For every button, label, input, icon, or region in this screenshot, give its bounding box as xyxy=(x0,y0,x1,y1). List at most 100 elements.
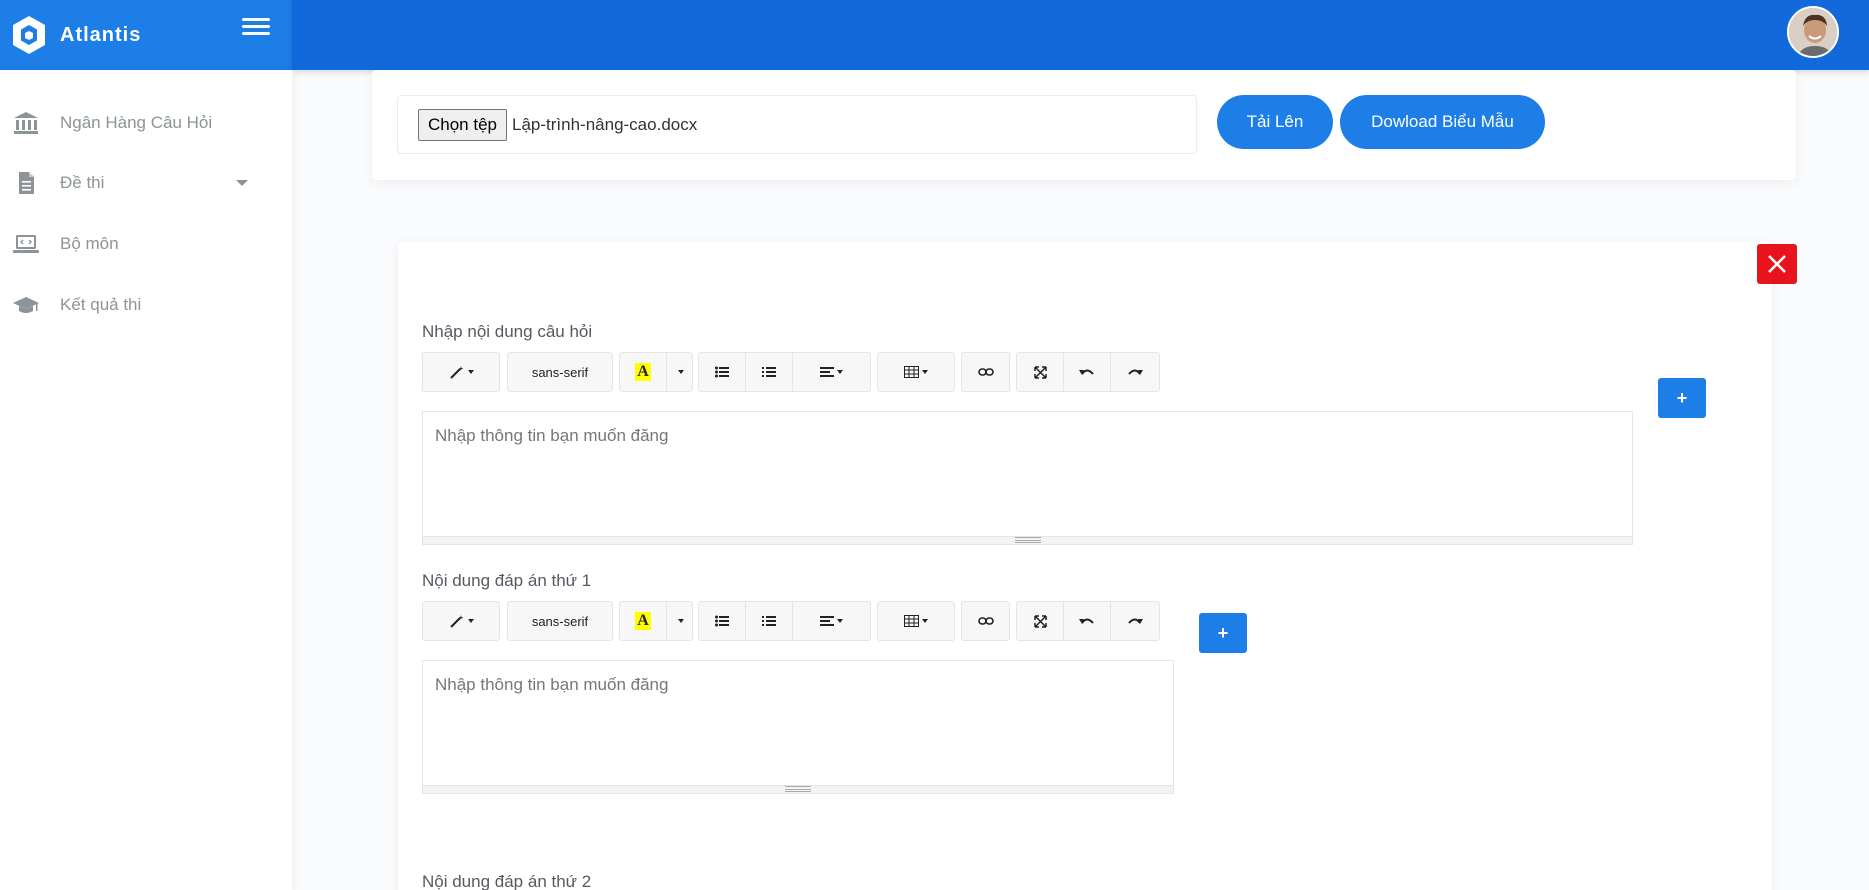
sidebar-item-exams[interactable]: Đề thi xyxy=(0,158,292,208)
editor-toolbar: sans-serif A xyxy=(422,352,1162,392)
color-letter-icon: A xyxy=(635,363,651,381)
toolbar-group-insert xyxy=(961,601,1010,641)
toolbar-group-paragraph xyxy=(698,352,871,392)
unordered-list-button[interactable] xyxy=(699,353,746,391)
align-left-icon xyxy=(820,367,834,377)
unordered-list-button[interactable] xyxy=(699,602,746,640)
toolbar-group-table xyxy=(877,352,955,392)
menu-toggle-button[interactable] xyxy=(242,14,270,42)
answer2-label: Nội dung đáp án thứ 2 xyxy=(422,872,592,890)
editor-toolbar: sans-serif A xyxy=(422,601,1162,641)
editor-placeholder: Nhập thông tin bạn muốn đăng xyxy=(435,426,669,445)
link-button[interactable] xyxy=(962,353,1009,391)
ordered-list-icon xyxy=(762,367,776,377)
font-name-button[interactable]: sans-serif xyxy=(508,353,612,391)
hamburger-line xyxy=(242,18,270,21)
link-icon xyxy=(977,368,994,376)
atlantis-logo-icon xyxy=(13,16,45,54)
fullscreen-button[interactable] xyxy=(1017,602,1064,640)
table-icon xyxy=(904,366,919,378)
sidebar-item-subjects[interactable]: Bộ môn xyxy=(0,219,292,269)
brand-name: Atlantis xyxy=(60,23,142,46)
sidebar-item-question-bank[interactable]: Ngân Hàng Câu Hỏi xyxy=(0,98,292,148)
caret-down-icon xyxy=(922,370,928,374)
laptop-code-icon xyxy=(13,235,39,253)
table-button[interactable] xyxy=(878,602,954,640)
toolbar-group-view xyxy=(1016,352,1160,392)
style-button[interactable] xyxy=(423,602,499,640)
add-answer-button[interactable]: + xyxy=(1199,613,1247,653)
answer1-label: Nội dung đáp án thứ 1 xyxy=(422,571,592,590)
text-color-button[interactable]: A xyxy=(620,602,667,640)
close-icon xyxy=(1768,255,1786,273)
toolbar-group-style xyxy=(422,352,500,392)
sidebar-item-label: Bộ môn xyxy=(60,234,119,253)
table-icon xyxy=(904,615,919,627)
align-button[interactable] xyxy=(793,602,870,640)
download-template-button[interactable]: Dowload Biểu Mẫu xyxy=(1340,95,1545,149)
editor-placeholder: Nhập thông tin bạn muốn đăng xyxy=(435,675,669,694)
toolbar-group-font: sans-serif xyxy=(507,601,613,641)
ordered-list-button[interactable] xyxy=(746,602,793,640)
upload-button[interactable]: Tải Lên xyxy=(1217,95,1333,149)
toolbar-group-insert xyxy=(961,352,1010,392)
grip-icon xyxy=(1015,537,1041,543)
color-letter-icon: A xyxy=(635,612,651,630)
redo-button[interactable] xyxy=(1111,602,1158,640)
link-icon xyxy=(977,617,994,625)
user-avatar[interactable] xyxy=(1787,6,1839,58)
sidebar-item-label: Kết quả thi xyxy=(60,295,142,314)
text-color-button[interactable]: A xyxy=(620,353,667,391)
align-button[interactable] xyxy=(793,353,870,391)
style-button[interactable] xyxy=(423,353,499,391)
editor-resize-handle[interactable] xyxy=(423,785,1173,793)
add-question-button[interactable]: + xyxy=(1658,378,1706,418)
caret-down-icon xyxy=(467,619,474,623)
caret-down-icon xyxy=(837,370,843,374)
sidebar: Ngân Hàng Câu Hỏi Đề thi Bộ môn Kết quả … xyxy=(0,70,292,890)
question-content-label: Nhập nội dung câu hỏi xyxy=(422,322,593,341)
undo-button[interactable] xyxy=(1064,353,1111,391)
selected-file-name: Lập-trình-nâng-cao.docx xyxy=(512,114,698,134)
close-question-button[interactable] xyxy=(1757,244,1797,284)
toolbar-group-paragraph xyxy=(698,601,871,641)
ordered-list-button[interactable] xyxy=(746,353,793,391)
link-button[interactable] xyxy=(962,602,1009,640)
toolbar-group-color: A xyxy=(619,601,693,641)
caret-down-icon xyxy=(922,619,928,623)
graduation-cap-icon xyxy=(13,297,39,313)
align-left-icon xyxy=(820,616,834,626)
choose-file-button[interactable]: Chọn tệp xyxy=(418,108,507,141)
fullscreen-icon xyxy=(1033,614,1047,628)
caret-down-icon xyxy=(837,619,843,623)
table-button[interactable] xyxy=(878,353,954,391)
magic-wand-icon xyxy=(449,366,463,379)
editor-resize-handle[interactable] xyxy=(423,536,1632,544)
undo-icon xyxy=(1079,618,1094,624)
toolbar-group-view xyxy=(1016,601,1160,641)
toolbar-group-color: A xyxy=(619,352,693,392)
sidebar-item-results[interactable]: Kết quả thi xyxy=(0,280,292,330)
bank-icon xyxy=(14,112,38,134)
ordered-list-icon xyxy=(762,616,776,626)
redo-icon xyxy=(1127,369,1143,375)
unordered-list-icon xyxy=(715,366,729,378)
redo-icon xyxy=(1127,618,1143,624)
caret-down-icon xyxy=(678,370,684,374)
undo-button[interactable] xyxy=(1064,602,1111,640)
redo-button[interactable] xyxy=(1111,353,1158,391)
question-content-editor[interactable]: Nhập thông tin bạn muốn đăng xyxy=(422,411,1633,545)
text-color-dropdown[interactable] xyxy=(667,602,692,640)
file-input[interactable]: Chọn tệp Lập-trình-nâng-cao.docx xyxy=(397,95,1197,154)
sidebar-item-label: Đề thi xyxy=(60,173,105,192)
hamburger-line xyxy=(242,25,270,28)
toolbar-group-table xyxy=(877,601,955,641)
upload-card: Chọn tệp Lập-trình-nâng-cao.docx Tải Lên… xyxy=(372,70,1796,180)
fullscreen-button[interactable] xyxy=(1017,353,1064,391)
unordered-list-icon xyxy=(715,615,729,627)
sidebar-item-label: Ngân Hàng Câu Hỏi xyxy=(60,113,213,132)
document-icon xyxy=(19,172,34,194)
answer1-editor[interactable]: Nhập thông tin bạn muốn đăng xyxy=(422,660,1174,794)
font-name-button[interactable]: sans-serif xyxy=(508,602,612,640)
text-color-dropdown[interactable] xyxy=(667,353,692,391)
